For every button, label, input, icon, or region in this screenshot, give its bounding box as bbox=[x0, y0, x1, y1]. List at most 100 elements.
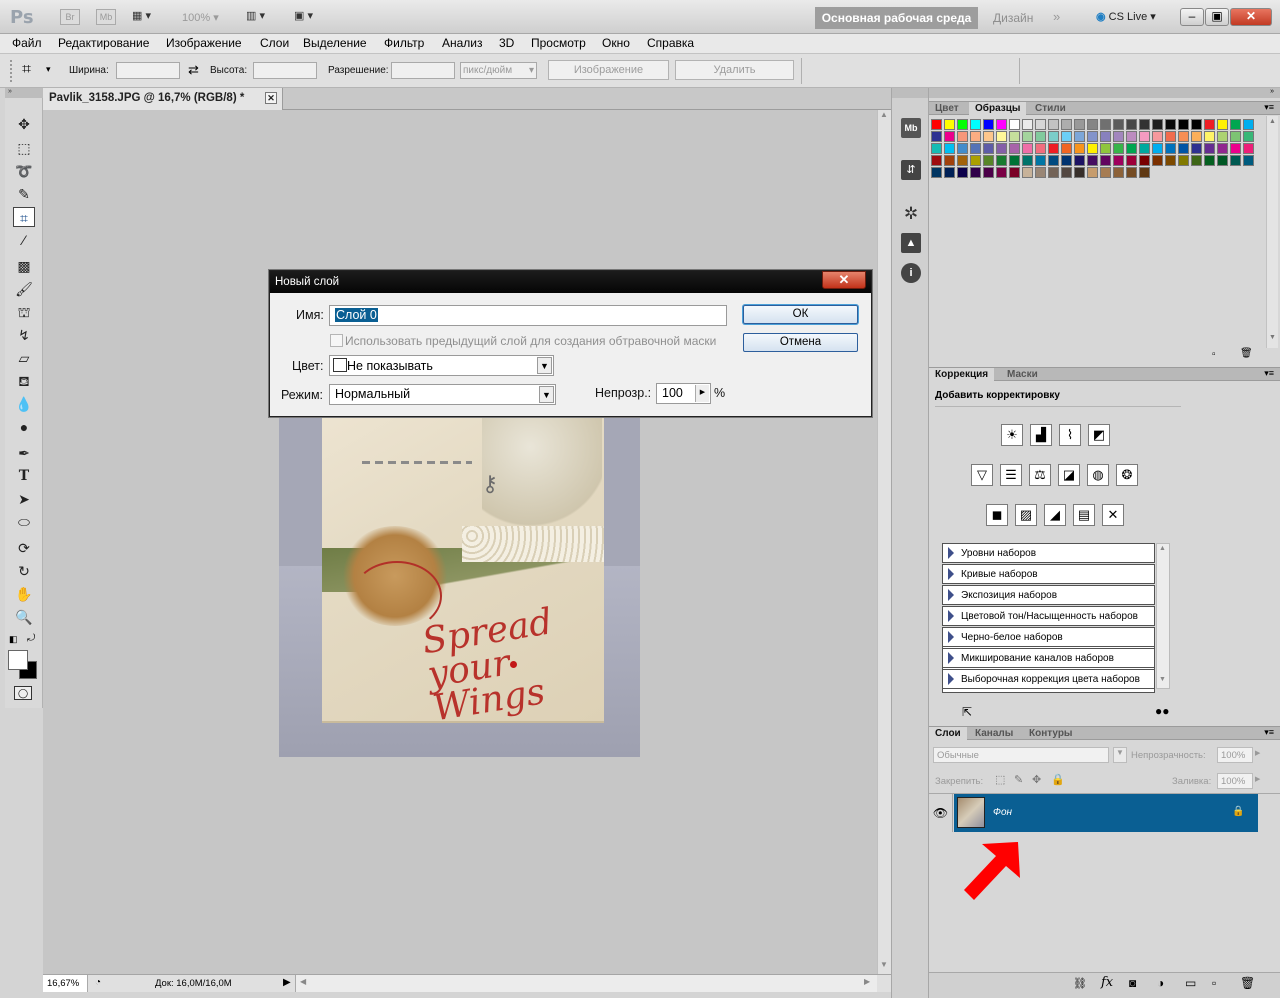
color-swatch[interactable] bbox=[1139, 119, 1150, 130]
color-swatch[interactable] bbox=[1204, 131, 1215, 142]
color-swatch[interactable] bbox=[1022, 155, 1033, 166]
tab-color[interactable]: Цвет bbox=[929, 102, 965, 116]
color-swatch[interactable] bbox=[1152, 155, 1163, 166]
color-swatch[interactable] bbox=[983, 131, 994, 142]
crop-preset-icon[interactable]: ⌗ bbox=[22, 61, 31, 79]
color-swatch[interactable] bbox=[1035, 143, 1046, 154]
color-swatch[interactable] bbox=[1100, 167, 1111, 178]
color-swatch[interactable] bbox=[996, 167, 1007, 178]
color-swatch[interactable] bbox=[1191, 131, 1202, 142]
color-swatch[interactable] bbox=[1035, 167, 1046, 178]
lock-position-icon[interactable]: ✥ bbox=[1032, 773, 1041, 786]
options-grip[interactable] bbox=[10, 60, 14, 82]
color-swatch[interactable] bbox=[1074, 119, 1085, 130]
tab-channels[interactable]: Каналы bbox=[969, 727, 1019, 741]
color-swatch[interactable] bbox=[1126, 167, 1137, 178]
scroll-up-icon[interactable]: ▲ bbox=[880, 110, 888, 119]
menu-analysis[interactable]: Анализ bbox=[442, 36, 483, 50]
color-swatch[interactable] bbox=[1243, 131, 1254, 142]
lock-pixels-icon[interactable]: ✎ bbox=[1014, 773, 1023, 786]
layer-visibility-eye-icon[interactable]: 👁 bbox=[929, 794, 953, 832]
color-swatch[interactable] bbox=[957, 155, 968, 166]
color-swatch[interactable] bbox=[1113, 131, 1124, 142]
color-swatch[interactable] bbox=[1165, 119, 1176, 130]
color-swatch[interactable] bbox=[1061, 143, 1072, 154]
color-swatch[interactable] bbox=[1191, 119, 1202, 130]
color-swatch[interactable] bbox=[1217, 131, 1228, 142]
menu-image[interactable]: Изображение bbox=[166, 36, 242, 50]
color-swatch[interactable] bbox=[1087, 167, 1098, 178]
color-swatch[interactable] bbox=[1035, 131, 1046, 142]
color-swatch[interactable] bbox=[970, 155, 981, 166]
ok-button[interactable]: ОК bbox=[743, 305, 858, 324]
dialog-close-button[interactable]: ✕ bbox=[822, 271, 866, 289]
swap-dimensions-icon[interactable]: ⇄ bbox=[188, 62, 199, 78]
color-swatch[interactable] bbox=[944, 143, 955, 154]
panel-menu-icon[interactable]: ▾≡ bbox=[1264, 727, 1274, 738]
type-tool-icon[interactable]: T bbox=[13, 466, 35, 486]
scroll-up-icon[interactable]: ▲ bbox=[1269, 118, 1276, 125]
color-swatch[interactable] bbox=[970, 131, 981, 142]
color-swatch[interactable] bbox=[1243, 143, 1254, 154]
color-swatch[interactable] bbox=[1230, 131, 1241, 142]
color-swatch[interactable] bbox=[1113, 143, 1124, 154]
new-layer-icon[interactable]: ▫ bbox=[1212, 976, 1216, 990]
brightness-contrast-icon[interactable]: ☀ bbox=[1001, 424, 1023, 446]
tab-styles[interactable]: Стили bbox=[1029, 102, 1072, 116]
clone-stamp-tool-icon[interactable]: ⛫ bbox=[13, 302, 35, 322]
resolution-input[interactable] bbox=[391, 62, 455, 79]
exposure-icon[interactable]: ◩ bbox=[1088, 424, 1110, 446]
opacity-arrow-icon[interactable]: ▶ bbox=[1255, 749, 1260, 757]
quick-mask-icon[interactable]: ◯ bbox=[14, 686, 32, 700]
mode-select[interactable]: Нормальный ▼ bbox=[329, 384, 556, 405]
color-swatch[interactable] bbox=[1178, 131, 1189, 142]
invert-icon[interactable]: ◼ bbox=[986, 504, 1008, 526]
layer-style-icon[interactable]: fx bbox=[1101, 975, 1113, 990]
scroll-down-icon[interactable]: ▼ bbox=[1159, 676, 1166, 683]
color-swatch[interactable] bbox=[1087, 155, 1098, 166]
fill-arrow-icon[interactable]: ▶ bbox=[1255, 775, 1260, 783]
preset-curves[interactable]: Кривые наборов bbox=[942, 564, 1155, 584]
color-swatch[interactable] bbox=[1165, 143, 1176, 154]
selective-color-icon[interactable]: ✕ bbox=[1102, 504, 1124, 526]
color-swatch[interactable] bbox=[983, 155, 994, 166]
move-tool-icon[interactable]: ✥ bbox=[13, 114, 35, 134]
menu-layers[interactable]: Слои bbox=[260, 36, 289, 50]
color-balance-icon[interactable]: ⚖ bbox=[1029, 464, 1051, 486]
color-swatch[interactable] bbox=[983, 119, 994, 130]
color-swatch[interactable] bbox=[1178, 155, 1189, 166]
menu-file[interactable]: Файл bbox=[12, 36, 42, 50]
photo-filter-icon[interactable]: ◍ bbox=[1087, 464, 1109, 486]
color-swatch[interactable] bbox=[1074, 131, 1085, 142]
close-window-button[interactable]: ✕ bbox=[1230, 8, 1272, 26]
hand-tool-icon[interactable]: ✋ bbox=[13, 584, 35, 604]
color-swatch[interactable] bbox=[1061, 155, 1072, 166]
color-swatch[interactable] bbox=[957, 143, 968, 154]
delete-swatch-icon[interactable]: 🗑 bbox=[1240, 348, 1253, 359]
link-layers-icon[interactable]: ⛓ bbox=[1073, 977, 1087, 990]
color-swatch[interactable] bbox=[1126, 143, 1137, 154]
bridge-button[interactable]: Br bbox=[60, 9, 80, 25]
menu-filter[interactable]: Фильтр bbox=[384, 36, 424, 50]
zoom-tool-icon[interactable]: 🔍 bbox=[13, 607, 35, 627]
preset-exposure[interactable]: Экспозиция наборов bbox=[942, 585, 1155, 605]
color-swatch[interactable] bbox=[1009, 167, 1020, 178]
history-brush-tool-icon[interactable]: ↯ bbox=[13, 325, 35, 345]
levels-icon[interactable]: ▟ bbox=[1030, 424, 1052, 446]
dodge-tool-icon[interactable]: ● bbox=[13, 417, 35, 437]
histogram-panel-icon[interactable]: ▲ bbox=[901, 233, 921, 253]
menu-window[interactable]: Окно bbox=[602, 36, 630, 50]
scroll-down-icon[interactable]: ▼ bbox=[1269, 334, 1276, 341]
blend-mode-dropdown-icon[interactable]: ▼ bbox=[1113, 747, 1127, 763]
color-select[interactable]: Не показывать ▼ bbox=[329, 355, 554, 376]
path-selection-tool-icon[interactable]: ➤ bbox=[13, 489, 35, 509]
color-swatch[interactable] bbox=[1139, 143, 1150, 154]
preset-black-white[interactable]: Черно-белое наборов bbox=[942, 627, 1155, 647]
color-swatch[interactable] bbox=[1074, 167, 1085, 178]
color-swatch[interactable] bbox=[1113, 167, 1124, 178]
new-fill-adjustment-icon[interactable]: ◑ bbox=[1157, 976, 1164, 990]
crop-tool-icon[interactable]: ⌗ bbox=[13, 207, 35, 227]
color-swatch[interactable] bbox=[1204, 143, 1215, 154]
lock-all-icon[interactable]: 🔒 bbox=[1051, 773, 1065, 786]
status-icon[interactable]: ◔ bbox=[95, 977, 101, 988]
